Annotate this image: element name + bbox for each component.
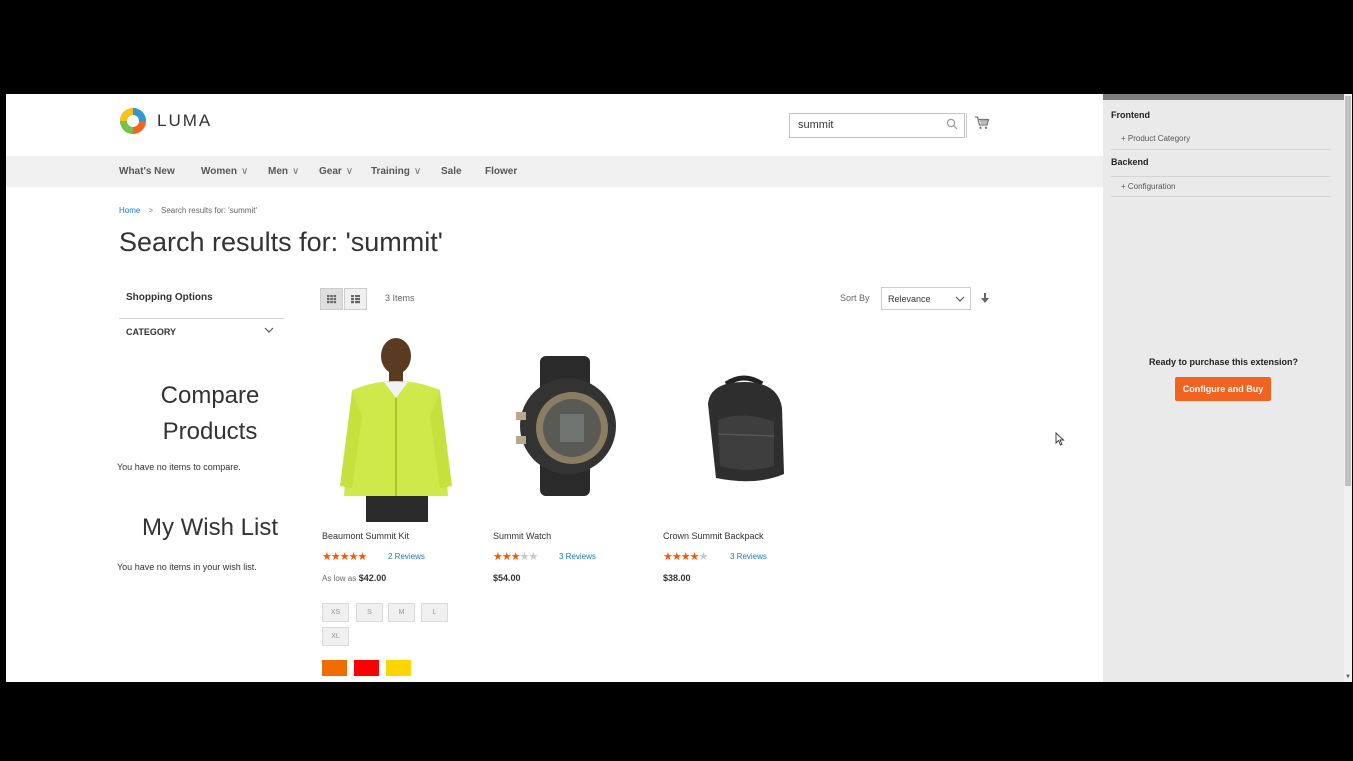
product-price: $38.00 (663, 573, 691, 583)
frontend-heading: Frontend (1111, 110, 1150, 120)
extension-info-panel: Frontend + Product Category Backend + Co… (1103, 94, 1344, 682)
sort-by-label: Sort By (840, 293, 870, 303)
list-icon (351, 295, 360, 304)
breadcrumb: Home > Search results for: 'summit' (119, 206, 257, 215)
configure-and-buy-button[interactable]: Configure and Buy (1175, 377, 1271, 401)
reviews-link[interactable]: 2 Reviews (388, 552, 425, 561)
scrollbar[interactable]: ▼ (1344, 94, 1352, 682)
search-icon[interactable] (946, 118, 958, 130)
browser-viewport: LUMA What's New Women∨ Men∨ Gear∨ Traini… (6, 94, 1352, 682)
chevron-down-icon: ∨ (292, 166, 300, 177)
luma-logo-icon (120, 108, 146, 134)
grid-view-button[interactable] (320, 288, 343, 310)
panel-divider (1111, 149, 1331, 150)
chevron-down-icon: ∨ (345, 166, 354, 177)
nav-item-flower[interactable]: Flower (485, 166, 517, 177)
rating-stars: ★★★★★ (322, 551, 367, 563)
color-swatch-red[interactable] (354, 660, 379, 676)
breadcrumb-separator: > (148, 206, 154, 215)
reviews-link[interactable]: 3 Reviews (730, 552, 767, 561)
breadcrumb-current: Search results for: 'summit' (161, 206, 257, 215)
color-swatch-orange[interactable] (322, 660, 347, 676)
list-view-button[interactable] (344, 288, 367, 310)
scrollbar-thumb[interactable] (1345, 96, 1351, 486)
rating-stars: ★★★★★ (493, 551, 538, 563)
grid-icon (327, 295, 337, 304)
panel-divider (1111, 176, 1331, 177)
nav-item-whats-new[interactable]: What's New (119, 166, 175, 177)
size-swatch-m[interactable]: M (388, 603, 415, 622)
main-navigation: What's New Women ∨ Men ∨ Gear ∨ Training ∨ S… (6, 156, 1103, 187)
product-name-link[interactable]: Summit Watch (493, 531, 551, 541)
scroll-down-arrow-icon[interactable]: ▼ (1345, 674, 1351, 680)
mouse-cursor-icon (1055, 432, 1065, 446)
search-input[interactable] (798, 119, 938, 131)
store-page: LUMA What's New Women∨ Men∨ Gear∨ Traini… (6, 94, 1103, 682)
rating-stars: ★★★★★ (663, 551, 708, 563)
compare-products-title: Compare Products (160, 382, 260, 445)
product-name-link[interactable]: Beaumont Summit Kit (322, 531, 409, 541)
purchase-prompt: Ready to purchase this extension? (1148, 357, 1299, 367)
size-swatch-xl[interactable]: XL (322, 627, 349, 646)
store-logo[interactable]: LUMA (118, 106, 212, 136)
nav-item-women[interactable]: Women ∨ (201, 166, 248, 177)
compare-empty-text: You have no items to compare. (117, 462, 241, 472)
page-title: Search results for: 'summit' (119, 227, 443, 257)
product-category-link[interactable]: + Product Category (1121, 134, 1190, 143)
sort-by-select[interactable]: Relevance (881, 287, 971, 310)
category-filter[interactable]: CATEGORY (126, 327, 176, 337)
wish-list-title: My Wish List (141, 514, 278, 541)
search-box[interactable] (789, 113, 965, 138)
toolbar-amount: 3 Items (385, 293, 415, 303)
panel-top-bar (1103, 94, 1344, 100)
nav-item-gear[interactable]: Gear ∨ (319, 166, 353, 177)
panel-divider (1111, 196, 1331, 197)
sort-by-value: Relevance (888, 294, 931, 304)
product-name-link[interactable]: Crown Summit Backpack (663, 531, 764, 541)
product-image-backpack[interactable] (696, 374, 791, 486)
breadcrumb-home-link[interactable]: Home (119, 206, 140, 215)
logo-text: LUMA (157, 111, 213, 130)
product-image-jacket[interactable] (322, 336, 472, 522)
shopping-options-title: Shopping Options (126, 292, 213, 303)
sort-direction-arrow-icon[interactable] (980, 292, 990, 304)
chevron-down-icon[interactable] (264, 326, 274, 334)
backend-heading: Backend (1111, 157, 1149, 167)
chevron-down-icon (955, 296, 965, 302)
product-price: $54.00 (493, 573, 521, 583)
configuration-link[interactable]: + Configuration (1121, 182, 1176, 191)
color-swatch-yellow[interactable] (386, 660, 411, 676)
nav-item-sale[interactable]: Sale (441, 166, 462, 177)
sidebar-divider (119, 318, 284, 319)
size-swatch-s[interactable]: S (356, 603, 383, 622)
product-image-watch[interactable] (502, 356, 632, 496)
reviews-link[interactable]: 3 Reviews (559, 552, 596, 561)
size-swatch-xs[interactable]: XS (322, 603, 349, 622)
chevron-down-icon: ∨ (413, 166, 422, 177)
cart-icon[interactable] (974, 115, 990, 130)
wish-list-empty-text: You have no items in your wish list. (117, 562, 257, 572)
search-divider (966, 113, 967, 138)
product-price: As low as $42.00 (322, 573, 387, 583)
nav-item-men[interactable]: Men ∨ (268, 166, 299, 177)
nav-item-training[interactable]: Training ∨ (371, 166, 421, 177)
chevron-down-icon: ∨ (240, 166, 249, 177)
size-swatch-l[interactable]: L (421, 603, 448, 622)
